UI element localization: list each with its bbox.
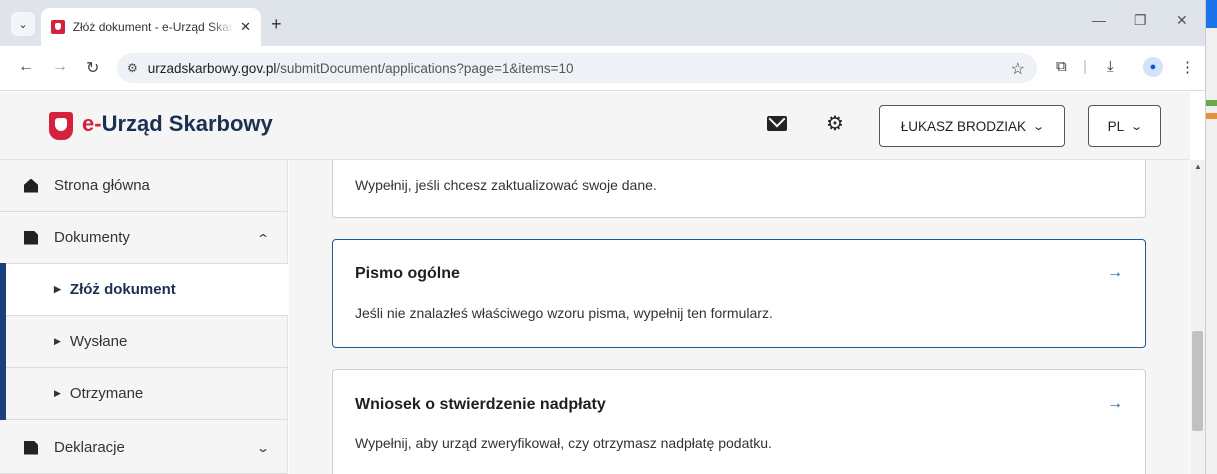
sidebar-item-label: Otrzymane xyxy=(69,385,144,402)
sidebar-item-label: Strona główna xyxy=(54,177,150,194)
sidebar-item-documents[interactable]: Dokumenty ⌄ xyxy=(0,212,288,264)
card-general-letter[interactable]: Pismo ogólne → Jeśli nie znalazłeś właśc… xyxy=(332,239,1146,348)
chevron-down-icon: ⌄ xyxy=(18,18,28,31)
tab-title: Złóż dokument - e-Urząd Skarbowy xyxy=(72,20,234,34)
sidebar: Strona główna Dokumenty ⌄ ▶ Złóż dokumen… xyxy=(0,160,288,474)
user-menu-button[interactable]: ŁUKASZ BRODZIAK ⌄ xyxy=(879,105,1065,147)
menu-icon[interactable]: ⋮ xyxy=(1180,58,1195,76)
toolbar-divider: | xyxy=(1083,58,1087,75)
edge-accent xyxy=(1206,100,1217,106)
star-icon[interactable]: ☆ xyxy=(1011,59,1025,79)
arrow-right-icon: → xyxy=(1107,395,1123,412)
mail-icon[interactable] xyxy=(767,116,787,131)
site-info-icon[interactable]: ⚙ xyxy=(127,61,138,75)
document-icon xyxy=(24,230,38,245)
chevron-down-icon: ⌄ xyxy=(1130,120,1144,133)
sidebar-item-label: Deklaracje xyxy=(54,439,125,456)
home-icon xyxy=(24,178,38,193)
site-logo[interactable]: e-Urząd Skarbowy xyxy=(82,111,273,137)
sidebar-item-submit-document[interactable]: ▶ Złóż dokument xyxy=(0,264,288,316)
gear-icon[interactable]: ⚙ xyxy=(826,111,844,136)
bullet-icon: ▶ xyxy=(54,388,61,398)
chevron-up-icon: ⌄ xyxy=(255,230,271,245)
restore-button[interactable]: ❐ xyxy=(1134,12,1147,29)
language-select[interactable]: PL ⌄ xyxy=(1088,105,1161,147)
edge-accent xyxy=(1206,113,1217,119)
main-content: Wypełnij, jeśli chcesz zaktualizować swo… xyxy=(289,160,1189,474)
brand-prefix: e- xyxy=(82,111,102,136)
sidebar-item-home[interactable]: Strona główna xyxy=(0,160,288,212)
browser-toolbar: ← → ↻ ⚙ urzadskarbowy.gov.pl/submitDocum… xyxy=(0,46,1205,91)
active-section-indicator xyxy=(0,263,6,420)
minimize-button[interactable]: — xyxy=(1092,12,1106,28)
card-title: Pismo ogólne xyxy=(355,265,460,282)
tab-close-icon[interactable]: ✕ xyxy=(240,19,251,35)
url-text: urzadskarbowy.gov.pl/submitDocument/appl… xyxy=(148,61,574,76)
edge-accent xyxy=(1206,0,1217,28)
url-path: /submitDocument/applications?page=1&item… xyxy=(276,60,574,76)
card-overpayment-request[interactable]: Wniosek o stwierdzenie nadpłaty → Wypełn… xyxy=(332,369,1146,474)
extensions-icon[interactable]: ⧉ xyxy=(1056,58,1067,75)
forward-icon[interactable]: → xyxy=(52,58,68,76)
card-description: Wypełnij, jeśli chcesz zaktualizować swo… xyxy=(355,177,657,193)
sidebar-item-label: Wysłane xyxy=(69,333,128,350)
address-bar[interactable]: ⚙ urzadskarbowy.gov.pl/submitDocument/ap… xyxy=(117,53,1037,83)
language-label: PL xyxy=(1107,118,1125,134)
card-title: Wniosek o stwierdzenie nadpłaty xyxy=(355,396,606,413)
sidebar-item-declarations[interactable]: Deklaracje ⌄ xyxy=(0,422,288,474)
new-tab-button[interactable]: + xyxy=(271,14,282,35)
sidebar-item-label: Złóż dokument xyxy=(69,281,176,298)
user-name: ŁUKASZ BRODZIAK xyxy=(900,118,1027,134)
close-window-button[interactable]: ✕ xyxy=(1176,12,1188,29)
arrow-right-icon: → xyxy=(1107,264,1123,281)
card-description: Wypełnij, aby urząd zweryfikował, czy ot… xyxy=(355,435,772,451)
favicon-icon xyxy=(51,20,65,34)
sidebar-item-sent[interactable]: ▶ Wysłane xyxy=(0,316,288,368)
adjacent-window-edge xyxy=(1205,0,1217,474)
declaration-icon xyxy=(24,440,38,455)
url-domain: urzadskarbowy.gov.pl xyxy=(147,60,277,76)
chevron-down-icon: ⌄ xyxy=(1032,120,1046,133)
tab-search-button[interactable]: ⌄ xyxy=(11,12,35,36)
reload-icon[interactable]: ↻ xyxy=(86,58,99,78)
card-description: Jeśli nie znalazłeś właściwego wzoru pis… xyxy=(355,305,773,321)
bullet-icon: ▶ xyxy=(54,284,61,294)
bullet-icon: ▶ xyxy=(54,336,61,346)
site-header: e-Urząd Skarbowy ⚙ ŁUKASZ BRODZIAK ⌄ PL … xyxy=(0,92,1190,160)
back-icon[interactable]: ← xyxy=(18,58,34,76)
brand-name: Urząd Skarbowy xyxy=(101,111,273,136)
browser-tab[interactable]: Złóż dokument - e-Urząd Skarbowy ✕ xyxy=(41,8,261,46)
profile-icon[interactable]: ● xyxy=(1143,57,1163,77)
sidebar-item-received[interactable]: ▶ Otrzymane xyxy=(0,368,288,420)
chevron-down-icon: ⌄ xyxy=(255,440,271,455)
sidebar-item-label: Dokumenty xyxy=(54,229,130,246)
card-update-data[interactable]: Wypełnij, jeśli chcesz zaktualizować swo… xyxy=(332,160,1146,218)
scroll-up-icon[interactable]: ▲ xyxy=(1194,162,1202,171)
emblem-icon xyxy=(49,112,73,140)
page-scrollbar[interactable]: ▲ xyxy=(1190,160,1205,474)
tab-strip: ⌄ Złóż dokument - e-Urząd Skarbowy ✕ + —… xyxy=(0,0,1205,46)
download-icon[interactable]: ⤓ xyxy=(1107,58,1114,75)
scroll-thumb[interactable] xyxy=(1192,331,1203,431)
browser-window: ⌄ Złóż dokument - e-Urząd Skarbowy ✕ + —… xyxy=(0,0,1205,474)
